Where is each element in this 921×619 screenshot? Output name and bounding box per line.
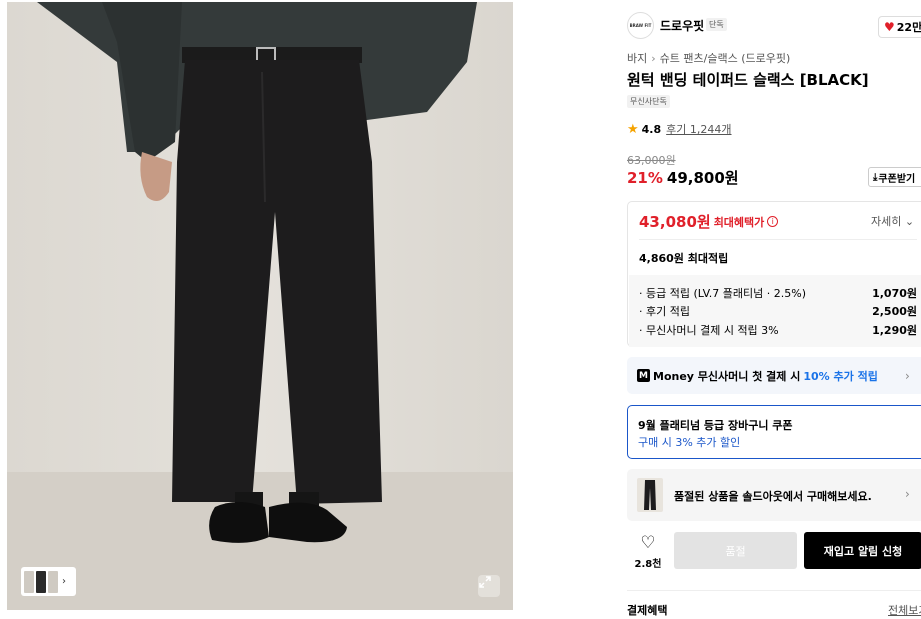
coupon-download-button[interactable]: ⤓ 쿠폰받기 — [868, 167, 921, 187]
expand-icon[interactable] — [478, 575, 500, 597]
chevron-right-icon: › — [651, 52, 656, 65]
brand-like-button[interactable]: ♥ 22만 — [878, 16, 921, 38]
divider — [627, 590, 921, 591]
download-icon: ⤓ — [873, 171, 878, 183]
product-image[interactable]: › — [7, 2, 513, 610]
wishlist-button[interactable]: ♡ 2.8천 — [631, 534, 665, 570]
coupon-banner-title: 9월 플래티넘 등급 장바구니 쿠폰 — [638, 419, 793, 432]
thumbnail-strip[interactable]: › — [21, 567, 76, 596]
breadcrumb-item[interactable]: 바지 — [627, 52, 647, 65]
chevron-right-icon[interactable]: › — [62, 576, 66, 587]
money-banner-highlight: 10% 추가 적립 — [803, 369, 878, 383]
payment-benefits-title: 결제혜택 — [627, 604, 668, 617]
product-title: 원턱 밴딩 테이퍼드 슬랙스 [BLACK] — [627, 71, 869, 89]
points-row: · 무신사머니 결제 시 적립 3% 1,290원 — [639, 322, 917, 338]
rating-row: ★ 4.8 후기 1,244개 — [627, 121, 732, 137]
chevron-right-icon: › — [905, 368, 910, 383]
brand-like-count: 22만 — [896, 21, 921, 34]
restock-alert-button[interactable]: 재입고 알림 신청 — [804, 532, 921, 569]
money-logo-icon: M — [637, 369, 650, 382]
grade-coupon-banner[interactable]: 9월 플래티넘 등급 장바구니 쿠폰 구매 시 3% 추가 할인 — [627, 405, 921, 459]
brand-exclusive-tag: 단독 — [706, 18, 727, 31]
max-benefit-label: 최대혜택가 — [713, 215, 765, 229]
brand-logo[interactable]: BRAW FIT — [627, 12, 654, 39]
sold-out-button[interactable]: 품절 — [674, 532, 797, 569]
info-icon[interactable]: i — [767, 216, 779, 227]
points-row: · 등급 적립 (LV.7 플래티넘 · 2.5%) 1,070원 — [639, 285, 917, 301]
thumbnail[interactable] — [48, 570, 58, 593]
rating-score: 4.8 — [641, 122, 662, 136]
exclusive-badge: 무신사단독 — [627, 95, 670, 108]
coupon-download-label: 쿠폰받기 — [878, 173, 916, 185]
divider — [639, 239, 917, 240]
star-icon: ★ — [627, 121, 639, 137]
product-photo-illustration — [7, 2, 513, 610]
brand-name[interactable]: 드로우핏 — [660, 17, 704, 34]
points-list: · 등급 적립 (LV.7 플래티넘 · 2.5%) 1,070원 · 후기 적… — [629, 275, 921, 347]
sale-price-row: 21% 49,800원 — [627, 167, 739, 188]
points-label: · 후기 적립 — [639, 305, 690, 318]
reviews-link[interactable]: 후기 1,244개 — [666, 121, 731, 137]
max-benefit-price: 43,080원 — [639, 213, 711, 231]
wishlist-count: 2.8천 — [634, 559, 662, 570]
money-banner-text: Money 무신사머니 첫 결제 시 — [653, 369, 801, 383]
thumbnail[interactable] — [36, 570, 46, 593]
brand-row: BRAW FIT 드로우핏 단독 ♥ 22만 — [627, 12, 921, 40]
benefit-detail-label: 자세히 — [871, 215, 902, 228]
max-benefit-row: 43,080원 최대혜택가 i — [639, 211, 779, 232]
payment-view-all-link[interactable]: 전체보기 — [888, 602, 921, 618]
soldout-banner-text: 품절된 상품을 솔드아웃에서 구매해보세요. — [674, 490, 872, 503]
soldout-banner[interactable]: 품절된 상품을 솔드아웃에서 구매해보세요. › — [627, 469, 921, 521]
discount-rate: 21% — [627, 169, 663, 187]
musinsa-money-banner[interactable]: M Money 무신사머니 첫 결제 시 10% 추가 적립 › — [627, 357, 921, 394]
breadcrumb-item[interactable]: 슈트 팬츠/슬랙스 (드로우핏) — [660, 52, 791, 65]
points-value: 2,500원 — [872, 305, 917, 318]
points-value: 1,290원 — [872, 324, 917, 337]
breadcrumb: 바지 › 슈트 팬츠/슬랙스 (드로우핏) — [627, 50, 790, 66]
sale-price: 49,800원 — [666, 169, 739, 187]
points-label: · 무신사머니 결제 시 적립 3% — [639, 324, 779, 337]
chevron-down-icon: ⌄ — [904, 215, 915, 228]
benefit-box: 43,080원 최대혜택가 i 자세히 ⌄ 4,860원 최대적립 · 등급 적… — [627, 201, 921, 347]
thumbnail[interactable] — [24, 570, 34, 593]
chevron-right-icon: › — [905, 487, 910, 501]
soldout-product-thumbnail — [637, 478, 663, 512]
benefit-detail-button[interactable]: 자세히 ⌄ — [871, 213, 914, 229]
points-title: 4,860원 최대적립 — [639, 252, 729, 265]
points-value: 1,070원 — [872, 287, 917, 300]
original-price: 63,000원 — [627, 154, 676, 167]
heart-outline-icon: ♡ — [640, 533, 656, 553]
points-label: · 등급 적립 (LV.7 플래티넘 · 2.5%) — [639, 287, 806, 300]
points-row: · 후기 적립 2,500원 — [639, 303, 917, 319]
coupon-banner-subtitle: 구매 시 3% 추가 할인 — [638, 436, 741, 449]
heart-icon: ♥ — [884, 20, 895, 34]
